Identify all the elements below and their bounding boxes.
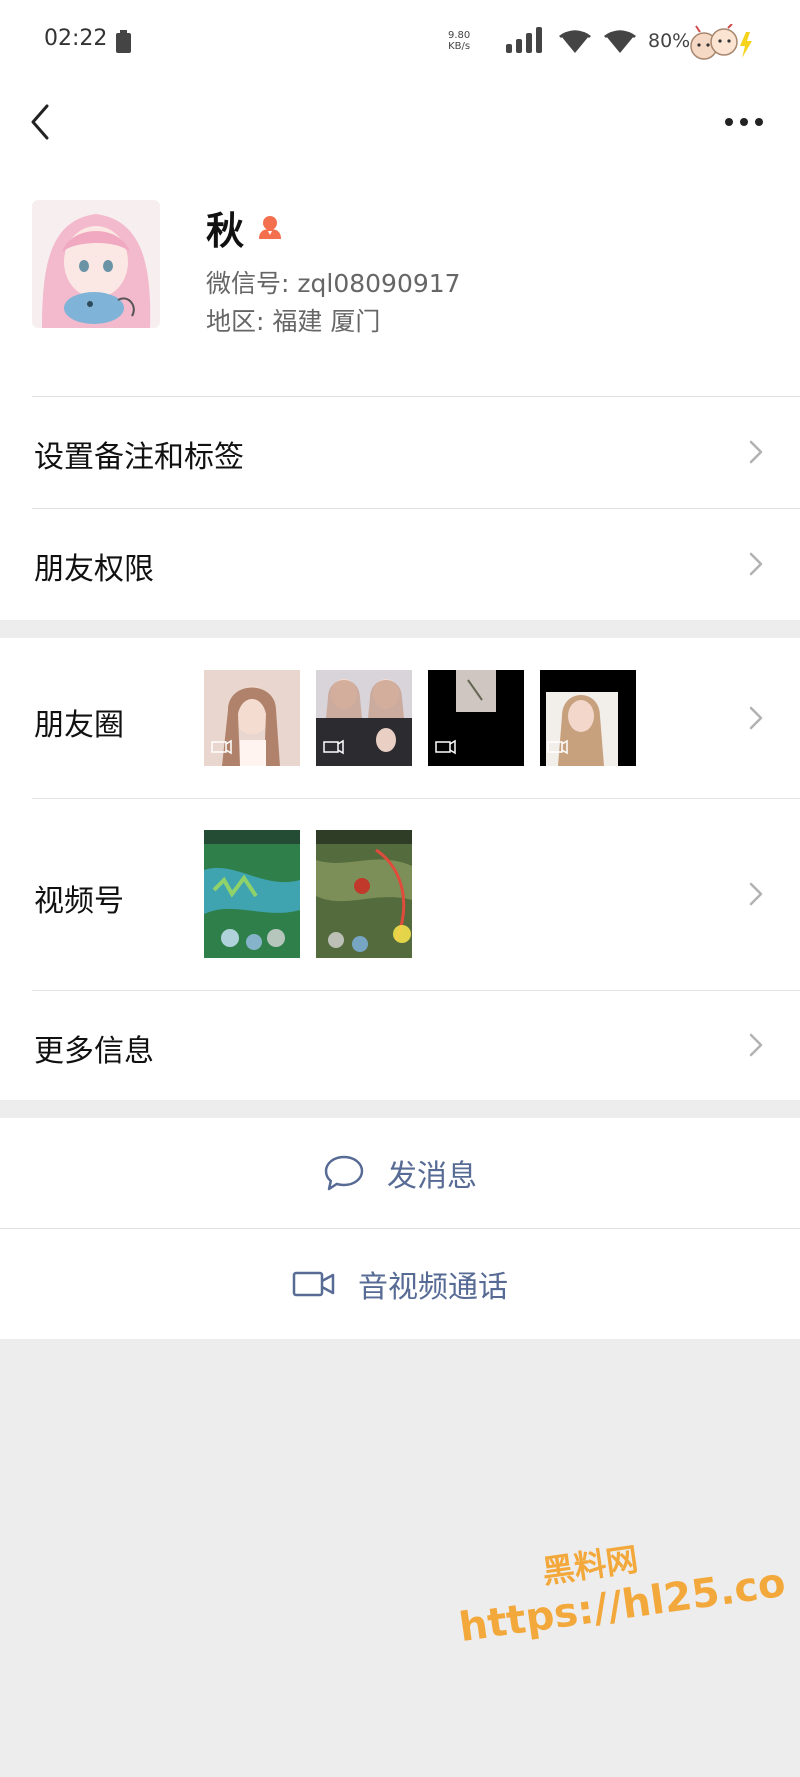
video-camera-icon	[292, 1271, 335, 1297]
channels-thumbnail	[204, 830, 300, 958]
content-section: 朋友圈 视频号 更多信息	[0, 638, 800, 1100]
moments-thumbnail	[540, 670, 636, 766]
friend-permissions-row[interactable]: 朋友权限	[0, 508, 800, 620]
moments-thumbnail	[428, 670, 524, 766]
female-icon	[259, 216, 282, 239]
more-info-label: 更多信息	[34, 1034, 154, 1069]
friend-permissions-label: 朋友权限	[34, 552, 154, 587]
chevron-left-icon[interactable]	[28, 102, 52, 142]
channels-label: 视频号	[34, 884, 124, 919]
battery-saver-icon	[116, 30, 131, 53]
moments-thumbnail	[204, 670, 300, 766]
more-dots-icon[interactable]	[724, 114, 764, 130]
net-speed-unit: KB/s	[448, 41, 471, 52]
name-row: 秋	[206, 206, 284, 253]
remark-tags-label: 设置备注和标签	[34, 440, 244, 475]
net-speed: 9.80 KB/s	[448, 30, 470, 52]
net-speed-value: 9.80	[448, 30, 471, 41]
send-message-button[interactable]: 发消息	[0, 1118, 800, 1228]
status-bar: 02:22 9.80 KB/s 80%	[0, 0, 800, 84]
avatar[interactable]	[32, 200, 160, 328]
send-message-label: 发消息	[387, 1159, 477, 1194]
chevron-right-icon	[749, 440, 763, 464]
watermark: 黑料网 https://hl25.co	[450, 1514, 788, 1651]
cell-signal-icon	[506, 27, 542, 53]
wechat-id-line: 微信号: zql08090917	[206, 264, 461, 300]
channels-thumbnail	[316, 830, 412, 958]
chevron-right-icon	[749, 1033, 763, 1057]
wifi-icon	[559, 30, 591, 53]
wechat-id-value: zql08090917	[297, 269, 461, 298]
nav-bar	[0, 84, 800, 184]
moments-label: 朋友圈	[34, 708, 124, 743]
settings-section: 设置备注和标签 朋友权限	[0, 396, 800, 620]
chevron-right-icon	[749, 706, 763, 730]
battery-percent: 80%	[648, 30, 691, 52]
video-call-button[interactable]: 音视频通话	[0, 1229, 800, 1339]
remark-tags-row[interactable]: 设置备注和标签	[0, 396, 800, 508]
region-value: 福建 厦门	[272, 307, 381, 336]
more-info-row[interactable]: 更多信息	[0, 990, 800, 1100]
chat-bubble-icon	[324, 1155, 364, 1191]
wifi-icon-2	[604, 30, 636, 53]
chevron-right-icon	[749, 552, 763, 576]
moments-row[interactable]: 朋友圈	[0, 638, 800, 798]
video-call-label: 音视频通话	[358, 1270, 508, 1305]
sticker-decoration-icon	[690, 24, 752, 60]
channels-row[interactable]: 视频号	[0, 798, 800, 990]
region-label: 地区:	[206, 307, 265, 336]
profile-header: 秋 微信号: zql08090917 地区: 福建 厦门	[0, 184, 800, 396]
moments-thumbnail	[316, 670, 412, 766]
status-time: 02:22	[44, 26, 108, 51]
wechat-id-label: 微信号:	[206, 269, 290, 298]
region-line: 地区: 福建 厦门	[206, 302, 380, 338]
profile-name: 秋	[206, 208, 245, 253]
chevron-right-icon	[749, 882, 763, 906]
